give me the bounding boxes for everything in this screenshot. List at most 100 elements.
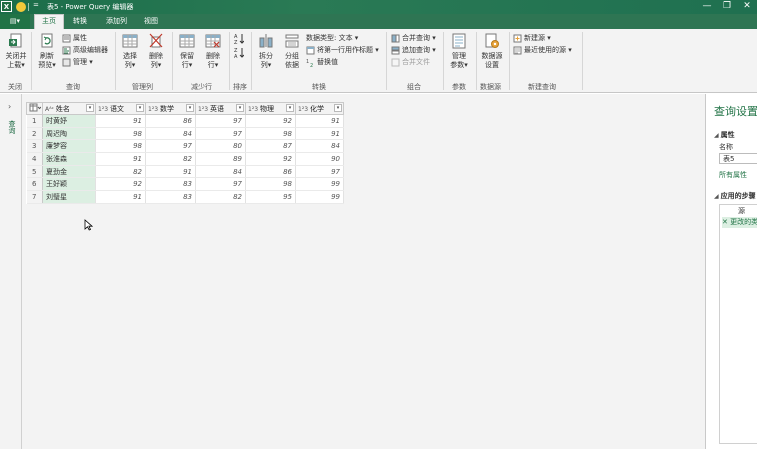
cell-value[interactable]: 97 [195, 127, 246, 141]
cell-value[interactable]: 84 [145, 127, 196, 141]
column-header-english[interactable]: 1²3 英语 ▾ [195, 102, 246, 115]
manage-button[interactable]: 管理 ▾ [62, 57, 93, 68]
tab-home[interactable]: 主页 [34, 14, 64, 29]
filter-dropdown-icon[interactable]: ▾ [286, 104, 294, 112]
cell-value[interactable]: 89 [195, 152, 246, 166]
append-queries-button[interactable]: 追加查询 ▾ [391, 45, 436, 56]
cell-value[interactable]: 82 [195, 190, 246, 204]
row-number[interactable]: 4 [26, 152, 43, 166]
row-number[interactable]: 5 [26, 165, 43, 179]
remove-columns-button[interactable]: 删除 列▾ [145, 32, 167, 70]
filter-dropdown-icon[interactable]: ▾ [86, 104, 94, 112]
row-number[interactable]: 7 [26, 190, 43, 204]
cell-value[interactable]: 98 [95, 127, 146, 141]
row-number[interactable]: 2 [26, 127, 43, 141]
all-properties-link[interactable]: 所有属性 [719, 170, 747, 180]
cell-value[interactable]: 86 [245, 165, 296, 179]
datasource-settings-button[interactable]: 数据源 设置 [479, 32, 505, 70]
cell-name[interactable]: 王好颖 [42, 177, 96, 192]
cell-value[interactable]: 97 [145, 139, 196, 154]
column-header-math[interactable]: 1²3 数学 ▾ [145, 102, 196, 115]
row-number[interactable]: 1 [26, 114, 43, 128]
cell-value[interactable]: 95 [245, 190, 296, 204]
cell-value[interactable]: 97 [195, 114, 246, 128]
maximize-button[interactable]: ❐ [717, 0, 737, 14]
advanced-editor-button[interactable]: 高级编辑器 [62, 45, 108, 56]
cell-value[interactable]: 90 [295, 152, 344, 166]
tab-view[interactable]: 视图 [137, 14, 165, 29]
number-type-icon[interactable]: 1²3 [248, 106, 258, 113]
new-source-button[interactable]: 新建源 ▾ [513, 33, 551, 44]
split-column-button[interactable]: 拆分 列▾ [255, 32, 277, 70]
cell-value[interactable]: 92 [245, 152, 296, 166]
cell-value[interactable]: 99 [295, 177, 344, 192]
number-type-icon[interactable]: 1²3 [298, 106, 308, 113]
cell-value[interactable]: 84 [195, 165, 246, 179]
filter-dropdown-icon[interactable]: ▾ [236, 104, 244, 112]
delete-step-icon[interactable]: ✕ [722, 218, 728, 226]
cell-value[interactable]: 97 [295, 165, 344, 179]
close-window-button[interactable]: ✕ [737, 0, 757, 14]
replace-values-button[interactable]: 1 2 替换值 [306, 57, 338, 68]
cell-value[interactable]: 91 [295, 127, 344, 141]
column-header-chemistry[interactable]: 1²3 化学 ▾ [295, 102, 344, 115]
first-row-header-button[interactable]: 将第一行用作标题 ▾ [306, 45, 379, 56]
cell-value[interactable]: 92 [95, 177, 146, 192]
cell-value[interactable]: 92 [245, 114, 296, 128]
applied-steps-section[interactable]: ◢ 应用的步骤 [714, 191, 756, 201]
recent-sources-button[interactable]: 最近使用的源 ▾ [513, 45, 572, 56]
cell-value[interactable]: 91 [95, 190, 146, 204]
number-type-icon[interactable]: 1²3 [98, 106, 108, 113]
filter-dropdown-icon[interactable]: ▾ [136, 104, 144, 112]
cell-value[interactable]: 97 [195, 177, 246, 192]
step-changed-type[interactable]: ✕ 更改的类型 [722, 217, 757, 228]
cell-value[interactable]: 98 [245, 127, 296, 141]
text-type-icon[interactable]: Aᴬᶜ [45, 106, 54, 113]
filter-dropdown-icon[interactable]: ▾ [186, 104, 194, 112]
cell-value[interactable]: 80 [195, 139, 246, 154]
filter-dropdown-icon[interactable]: ▾ [334, 104, 342, 112]
table-menu-icon[interactable] [26, 102, 43, 115]
column-header-physics[interactable]: 1²3 物理 ▾ [245, 102, 296, 115]
row-number[interactable]: 3 [26, 139, 43, 154]
keep-rows-button[interactable]: 保留 行▾ [176, 32, 198, 70]
quick-access-dropdown[interactable]: = [33, 1, 39, 9]
cell-name[interactable]: 夏劲金 [42, 165, 96, 179]
cell-value[interactable]: 91 [95, 152, 146, 166]
number-type-icon[interactable]: 1²3 [198, 106, 208, 113]
expand-queries-button[interactable]: › [8, 102, 11, 111]
sort-descending-button[interactable]: ZA [234, 47, 245, 60]
query-name-input[interactable] [719, 153, 757, 164]
cell-name[interactable]: 刘璧星 [42, 190, 96, 204]
cell-value[interactable]: 99 [295, 190, 344, 204]
tab-file[interactable]: ▤▾ [0, 14, 30, 29]
cell-value[interactable]: 91 [145, 165, 196, 179]
minimize-button[interactable]: — [697, 0, 717, 14]
tab-transform[interactable]: 转换 [66, 14, 94, 29]
step-source[interactable]: 源 [738, 206, 745, 217]
cell-value[interactable]: 83 [145, 177, 196, 192]
column-header-name[interactable]: Aᴬᶜ 姓名 ▾ [42, 102, 96, 115]
cell-value[interactable]: 82 [145, 152, 196, 166]
cell-value[interactable]: 82 [95, 165, 146, 179]
cell-name[interactable]: 张淮森 [42, 152, 96, 166]
properties-button[interactable]: 属性 [62, 33, 87, 44]
cell-value[interactable]: 84 [295, 139, 344, 154]
cell-name[interactable]: 时黄妤 [42, 114, 96, 128]
sort-ascending-button[interactable]: AZ [234, 33, 245, 46]
group-by-button[interactable]: 分组 依据 [281, 32, 303, 70]
combine-files-button[interactable]: 合并文件 [391, 57, 430, 68]
cell-value[interactable]: 91 [295, 114, 344, 128]
remove-rows-button[interactable]: 删除 行▾ [202, 32, 224, 70]
choose-columns-button[interactable]: 选择 列▾ [119, 32, 141, 70]
cell-value[interactable]: 98 [245, 177, 296, 192]
merge-queries-button[interactable]: 合并查询 ▾ [391, 33, 436, 44]
tab-add-column[interactable]: 添加列 [99, 14, 134, 29]
cell-name[interactable]: 廉梦容 [42, 139, 96, 154]
refresh-preview-button[interactable]: 刷新 预览▾ [34, 32, 60, 70]
cell-value[interactable]: 98 [95, 139, 146, 154]
cell-name[interactable]: 周迟陶 [42, 127, 96, 141]
properties-section[interactable]: ◢ 属性 [714, 130, 735, 140]
row-number[interactable]: 6 [26, 177, 43, 192]
cell-value[interactable]: 83 [145, 190, 196, 204]
